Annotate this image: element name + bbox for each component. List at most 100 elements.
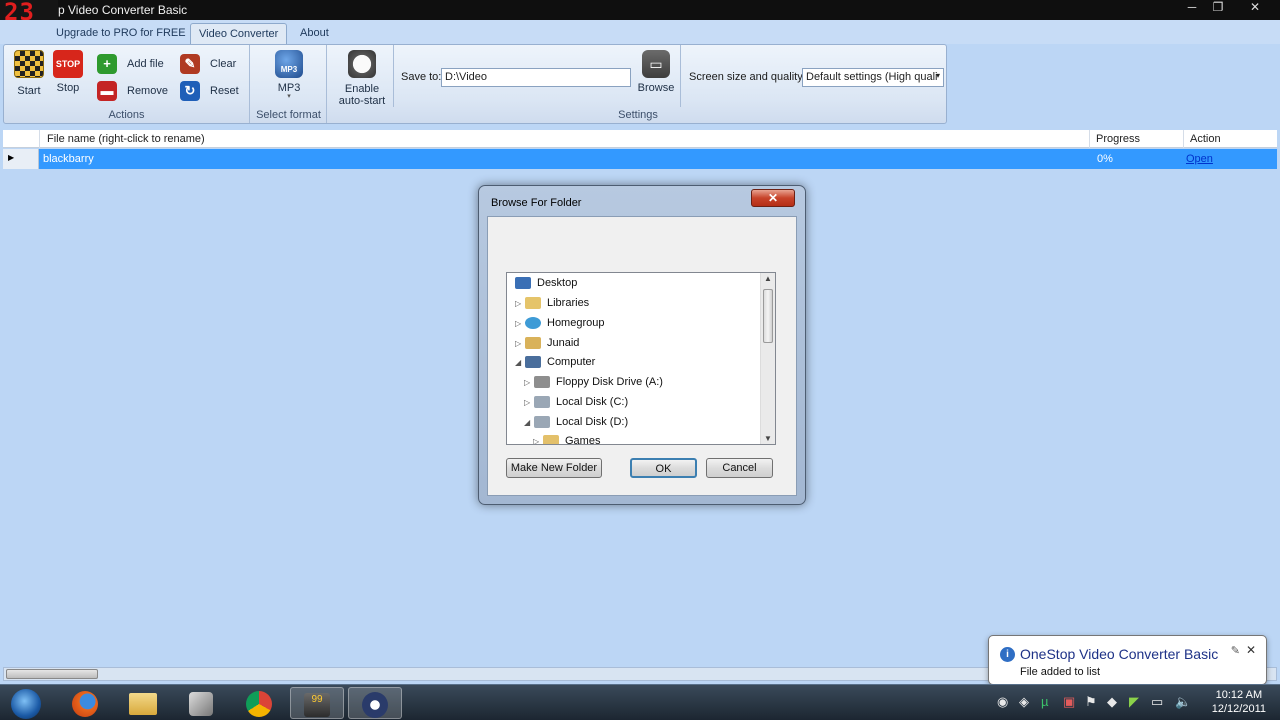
collapse-arrow-icon[interactable]: ◢ [524,413,534,432]
expand-arrow-icon[interactable]: ▷ [515,294,525,313]
tray-converter-icon[interactable]: ◉ [997,694,1008,710]
table-row[interactable]: ▶ blackbarry 0% Open [3,149,1277,169]
maximize-button[interactable]: ❐ [1207,1,1229,15]
network-icon[interactable]: ▭ [1151,694,1163,710]
clock-icon [348,50,376,78]
row-selector[interactable]: ▶ [3,149,39,169]
chrome-icon [246,691,272,718]
window-title: p Video Converter Basic [58,3,188,17]
disk-drive-icon [534,416,550,429]
close-window-button[interactable]: ✕ [1244,1,1266,15]
stop-label: Stop [56,82,80,94]
film-reel-icon [362,692,388,719]
tab-upgrade[interactable]: Upgrade to PRO for FREE [48,23,194,44]
utorrent-icon[interactable]: µ [1041,694,1049,709]
clear-button[interactable]: ✎ Clear [180,53,236,75]
tree-item-label: Local Disk (C:) [556,396,629,408]
checkered-flag-icon [14,50,44,78]
taskbar-firefox[interactable] [58,687,112,719]
column-divider [1089,130,1090,148]
collapse-arrow-icon[interactable]: ◢ [515,353,525,372]
expand-arrow-icon[interactable]: ▷ [515,334,525,353]
enable-autostart-button[interactable]: Enable auto-start [336,50,388,107]
format-dropdown-button[interactable]: MP3 MP3 ▾ [269,50,309,100]
tree-scrollbar[interactable]: ▲ ▼ [760,273,775,444]
nvidia-icon[interactable]: ◤ [1129,694,1139,710]
ribbon-tabs: Upgrade to PRO for FREE Video Converter … [0,20,1280,44]
tray-red-icon[interactable]: ▣ [1063,694,1075,710]
notification-balloon[interactable]: i OneStop Video Converter Basic File add… [988,635,1267,685]
taskbar-explorer[interactable] [116,687,170,719]
format-group-label: Select format [256,109,321,121]
column-progress[interactable]: Progress [1096,133,1140,145]
tree-item-junaid[interactable]: ▷ Junaid [515,334,579,353]
browse-folder-dialog: Browse For Folder ✕ Desktop ▷ Libraries ▷… [478,185,806,505]
reset-label: Reset [210,85,239,97]
start-label: Start [17,85,41,97]
tree-item-libraries[interactable]: ▷ Libraries [515,294,589,313]
expand-arrow-icon[interactable]: ▷ [515,314,525,333]
tree-item-label: Local Disk (D:) [556,416,629,428]
notification-close-button[interactable]: ✕ [1246,643,1256,657]
quality-label: Screen size and quality [689,71,803,83]
taskbar-media-app[interactable] [174,687,228,719]
taskbar: 99 ◉ ◈ µ ▣ ⚑ ◆ ◤ ▭ 🔈 10:12 AM 12/12/2011 [0,684,1280,720]
pin-icon[interactable]: ✎ [1231,644,1240,657]
add-file-button[interactable]: + Add file [97,53,164,75]
save-to-input[interactable]: D:\Video [441,68,631,87]
horizontal-scrollbar-thumb[interactable] [6,669,98,679]
quality-select-value: Default settings (High quali [806,71,938,83]
expand-arrow-icon[interactable]: ▷ [524,373,534,392]
system-clock[interactable]: 10:12 AM 12/12/2011 [1212,688,1266,716]
make-new-folder-button[interactable]: Make New Folder [506,458,602,478]
folder-tree[interactable]: Desktop ▷ Libraries ▷ Homegroup ▷ Junaid ◢ C… [506,272,776,445]
expand-arrow-icon[interactable]: ▷ [533,432,543,444]
scrollbar-thumb[interactable] [763,289,773,343]
autostart-label-line2: auto-start [338,95,386,107]
folder-icon [129,693,157,716]
tree-item-label: Computer [547,356,596,368]
action-center-flag-icon[interactable]: ⚑ [1085,694,1097,710]
taskbar-chrome[interactable] [232,687,286,719]
tray-app-icon[interactable]: ◈ [1019,694,1029,710]
tab-about[interactable]: About [292,23,337,44]
dialog-close-button[interactable]: ✕ [751,189,795,207]
floppy-drive-icon [534,376,550,389]
tree-item-desktop[interactable]: Desktop [515,274,577,293]
volume-icon[interactable]: 🔈 [1175,694,1191,710]
remove-button[interactable]: ▬ Remove [97,80,168,102]
scroll-up-icon[interactable]: ▲ [764,274,772,283]
tree-item-computer[interactable]: ◢ Computer [515,353,595,372]
row-open-link[interactable]: Open [1186,153,1213,165]
reset-button[interactable]: ↻ Reset [180,80,239,102]
gear-robot-icon [189,692,213,717]
expand-arrow-icon[interactable]: ▷ [524,393,534,412]
chevron-down-icon: ▾ [935,71,940,80]
column-action[interactable]: Action [1190,133,1221,145]
start-button[interactable]: Start [11,50,47,97]
tree-item-homegroup[interactable]: ▷ Homegroup [515,314,604,333]
column-filename[interactable]: File name (right-click to rename) [47,133,205,145]
taskbar-99-app[interactable]: 99 [290,687,344,719]
row-pointer-icon: ▶ [8,153,15,162]
minimize-button[interactable]: ─ [1181,1,1203,15]
column-divider [39,130,40,148]
ok-button[interactable]: OK [630,458,697,478]
settings-divider [393,45,394,107]
browse-button[interactable]: ▭ Browse [636,50,676,94]
tab-video-converter[interactable]: Video Converter [190,23,288,44]
tree-item-local-disk-c[interactable]: ▷ Local Disk (C:) [524,393,628,412]
tray-app2-icon[interactable]: ◆ [1107,694,1117,710]
select-format-group: MP3 MP3 ▾ Select format [251,45,327,123]
tree-item-label: Games [565,435,601,445]
start-orb-button[interactable] [0,687,52,720]
settings-group: Enable auto-start Save to: D:\Video ▭ Br… [328,45,948,123]
tree-item-floppy[interactable]: ▷ Floppy Disk Drive (A:) [524,373,663,392]
taskbar-video-converter[interactable] [348,687,402,719]
cancel-button[interactable]: Cancel [706,458,773,478]
tree-item-games[interactable]: ▷ Games [533,432,601,445]
quality-select[interactable]: Default settings (High quali ▾ [802,68,944,87]
scroll-down-icon[interactable]: ▼ [764,434,772,443]
tree-item-local-disk-d[interactable]: ◢ Local Disk (D:) [524,413,628,432]
stop-button[interactable]: STOP Stop [51,50,85,94]
